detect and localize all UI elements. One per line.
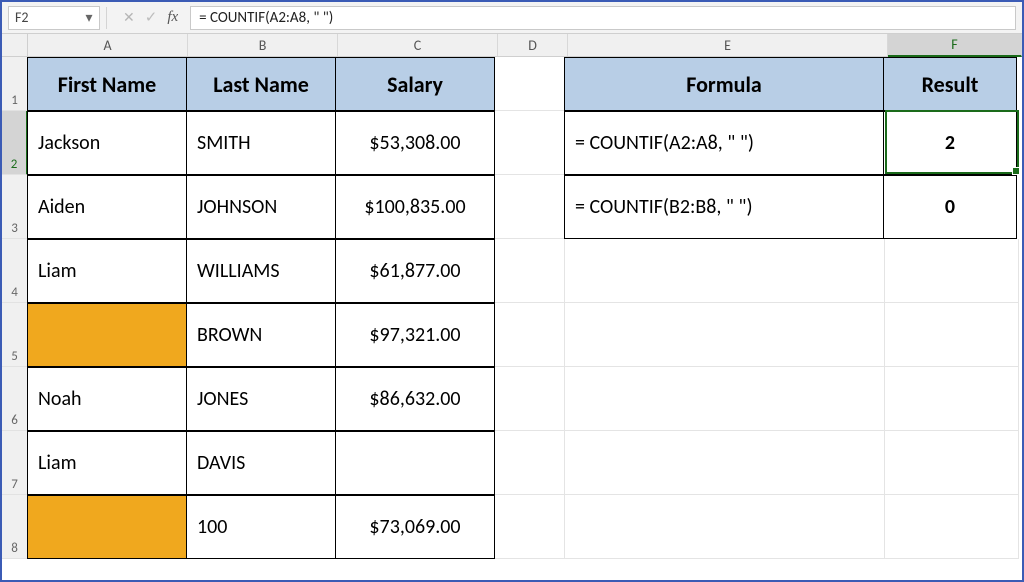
- cell-A7[interactable]: Liam: [27, 431, 187, 495]
- cell-E1[interactable]: Formula: [564, 57, 884, 111]
- cell-F8[interactable]: [885, 495, 1019, 559]
- row-header-3[interactable]: 3: [2, 175, 28, 239]
- cell-E4[interactable]: [565, 239, 885, 303]
- row-header-8[interactable]: 8: [2, 495, 28, 559]
- cell-A6[interactable]: Noah: [27, 367, 187, 431]
- cell-F3[interactable]: 0: [883, 175, 1017, 239]
- cell-C1[interactable]: Salary: [335, 57, 495, 111]
- cell-A1[interactable]: First Name: [27, 57, 187, 111]
- fx-icon[interactable]: fx: [167, 9, 178, 26]
- cell-E7[interactable]: [565, 431, 885, 495]
- cell-F2[interactable]: 2: [883, 111, 1017, 175]
- cell-A4[interactable]: Liam: [27, 239, 187, 303]
- col-header-D[interactable]: D: [498, 34, 568, 56]
- cell-D2[interactable]: [495, 111, 565, 175]
- cell-E2[interactable]: = COUNTIF(A2:A8, " "): [564, 111, 884, 175]
- row-3: 3 Aiden JOHNSON $100,835.00 = COUNTIF(B2…: [2, 175, 1022, 239]
- col-header-C[interactable]: C: [338, 34, 498, 56]
- cancel-icon[interactable]: ✕: [123, 9, 135, 26]
- row-4: 4 Liam WILLIAMS $61,877.00: [2, 239, 1022, 303]
- name-box-value: F2: [15, 9, 29, 26]
- formula-input-value: = COUNTIF(A2:A8, " "): [199, 9, 333, 27]
- select-all-corner[interactable]: [2, 34, 28, 56]
- cell-D4[interactable]: [495, 239, 565, 303]
- cell-F7[interactable]: [885, 431, 1019, 495]
- cell-A2[interactable]: Jackson: [27, 111, 187, 175]
- cell-F1[interactable]: Result: [883, 57, 1017, 111]
- row-2: 2 Jackson SMITH $53,308.00 = COUNTIF(A2:…: [2, 111, 1022, 175]
- col-header-A[interactable]: A: [28, 34, 188, 56]
- cell-B4[interactable]: WILLIAMS: [186, 239, 336, 303]
- cell-B8[interactable]: 100: [186, 495, 336, 559]
- separator: [106, 7, 107, 29]
- cell-C4[interactable]: $61,877.00: [335, 239, 495, 303]
- column-headers: A B C D E F: [2, 34, 1022, 57]
- cell-D5[interactable]: [495, 303, 565, 367]
- row-1: 1 First Name Last Name Salary Formula Re…: [2, 57, 1022, 111]
- row-header-5[interactable]: 5: [2, 303, 28, 367]
- row-header-4[interactable]: 4: [2, 239, 28, 303]
- cell-D6[interactable]: [495, 367, 565, 431]
- cell-F6[interactable]: [885, 367, 1019, 431]
- cell-F4[interactable]: [885, 239, 1019, 303]
- cell-C6[interactable]: $86,632.00: [335, 367, 495, 431]
- cell-C8[interactable]: $73,069.00: [335, 495, 495, 559]
- cell-D7[interactable]: [495, 431, 565, 495]
- col-header-B[interactable]: B: [188, 34, 338, 56]
- cell-A3[interactable]: Aiden: [27, 175, 187, 239]
- cell-E8[interactable]: [565, 495, 885, 559]
- col-header-E[interactable]: E: [568, 34, 888, 56]
- cell-B7[interactable]: DAVIS: [186, 431, 336, 495]
- cell-C5[interactable]: $97,321.00: [335, 303, 495, 367]
- row-header-2[interactable]: 2: [2, 111, 28, 175]
- cell-F5[interactable]: [885, 303, 1019, 367]
- cell-C2[interactable]: $53,308.00: [335, 111, 495, 175]
- cell-E6[interactable]: [565, 367, 885, 431]
- cell-B3[interactable]: JOHNSON: [186, 175, 336, 239]
- cell-D3[interactable]: [495, 175, 565, 239]
- formula-input[interactable]: = COUNTIF(A2:A8, " "): [190, 6, 1016, 30]
- row-8: 8 100 $73,069.00: [2, 495, 1022, 559]
- row-7: 7 Liam DAVIS: [2, 431, 1022, 495]
- formula-bar-controls: ✕ ✓ fx: [113, 8, 184, 27]
- formula-bar: F2 ▾ ✕ ✓ fx = COUNTIF(A2:A8, " "): [2, 2, 1022, 34]
- chevron-down-icon[interactable]: ▾: [81, 9, 97, 27]
- cell-B1[interactable]: Last Name: [186, 57, 336, 111]
- cell-B5[interactable]: BROWN: [186, 303, 336, 367]
- cell-A5[interactable]: [27, 303, 187, 367]
- row-header-6[interactable]: 6: [2, 367, 28, 431]
- cell-E5[interactable]: [565, 303, 885, 367]
- row-header-1[interactable]: 1: [2, 57, 28, 111]
- cell-C3[interactable]: $100,835.00: [335, 175, 495, 239]
- row-6: 6 Noah JONES $86,632.00: [2, 367, 1022, 431]
- cell-A8[interactable]: [27, 495, 187, 559]
- cell-B6[interactable]: JONES: [186, 367, 336, 431]
- spreadsheet-app: F2 ▾ ✕ ✓ fx = COUNTIF(A2:A8, " ") A B C …: [0, 0, 1024, 582]
- row-header-7[interactable]: 7: [2, 431, 28, 495]
- row-5: 5 BROWN $97,321.00: [2, 303, 1022, 367]
- col-header-F[interactable]: F: [888, 34, 1022, 57]
- grid[interactable]: A B C D E F 1 First Name Last Name Salar…: [2, 34, 1022, 580]
- cell-C7[interactable]: [335, 431, 495, 495]
- cell-B2[interactable]: SMITH: [186, 111, 336, 175]
- name-box[interactable]: F2 ▾: [8, 6, 100, 30]
- rows: 1 First Name Last Name Salary Formula Re…: [2, 57, 1022, 559]
- check-icon[interactable]: ✓: [145, 8, 158, 27]
- cell-D1[interactable]: [495, 57, 565, 111]
- cell-E3[interactable]: = COUNTIF(B2:B8, " "): [564, 175, 884, 239]
- cell-D8[interactable]: [495, 495, 565, 559]
